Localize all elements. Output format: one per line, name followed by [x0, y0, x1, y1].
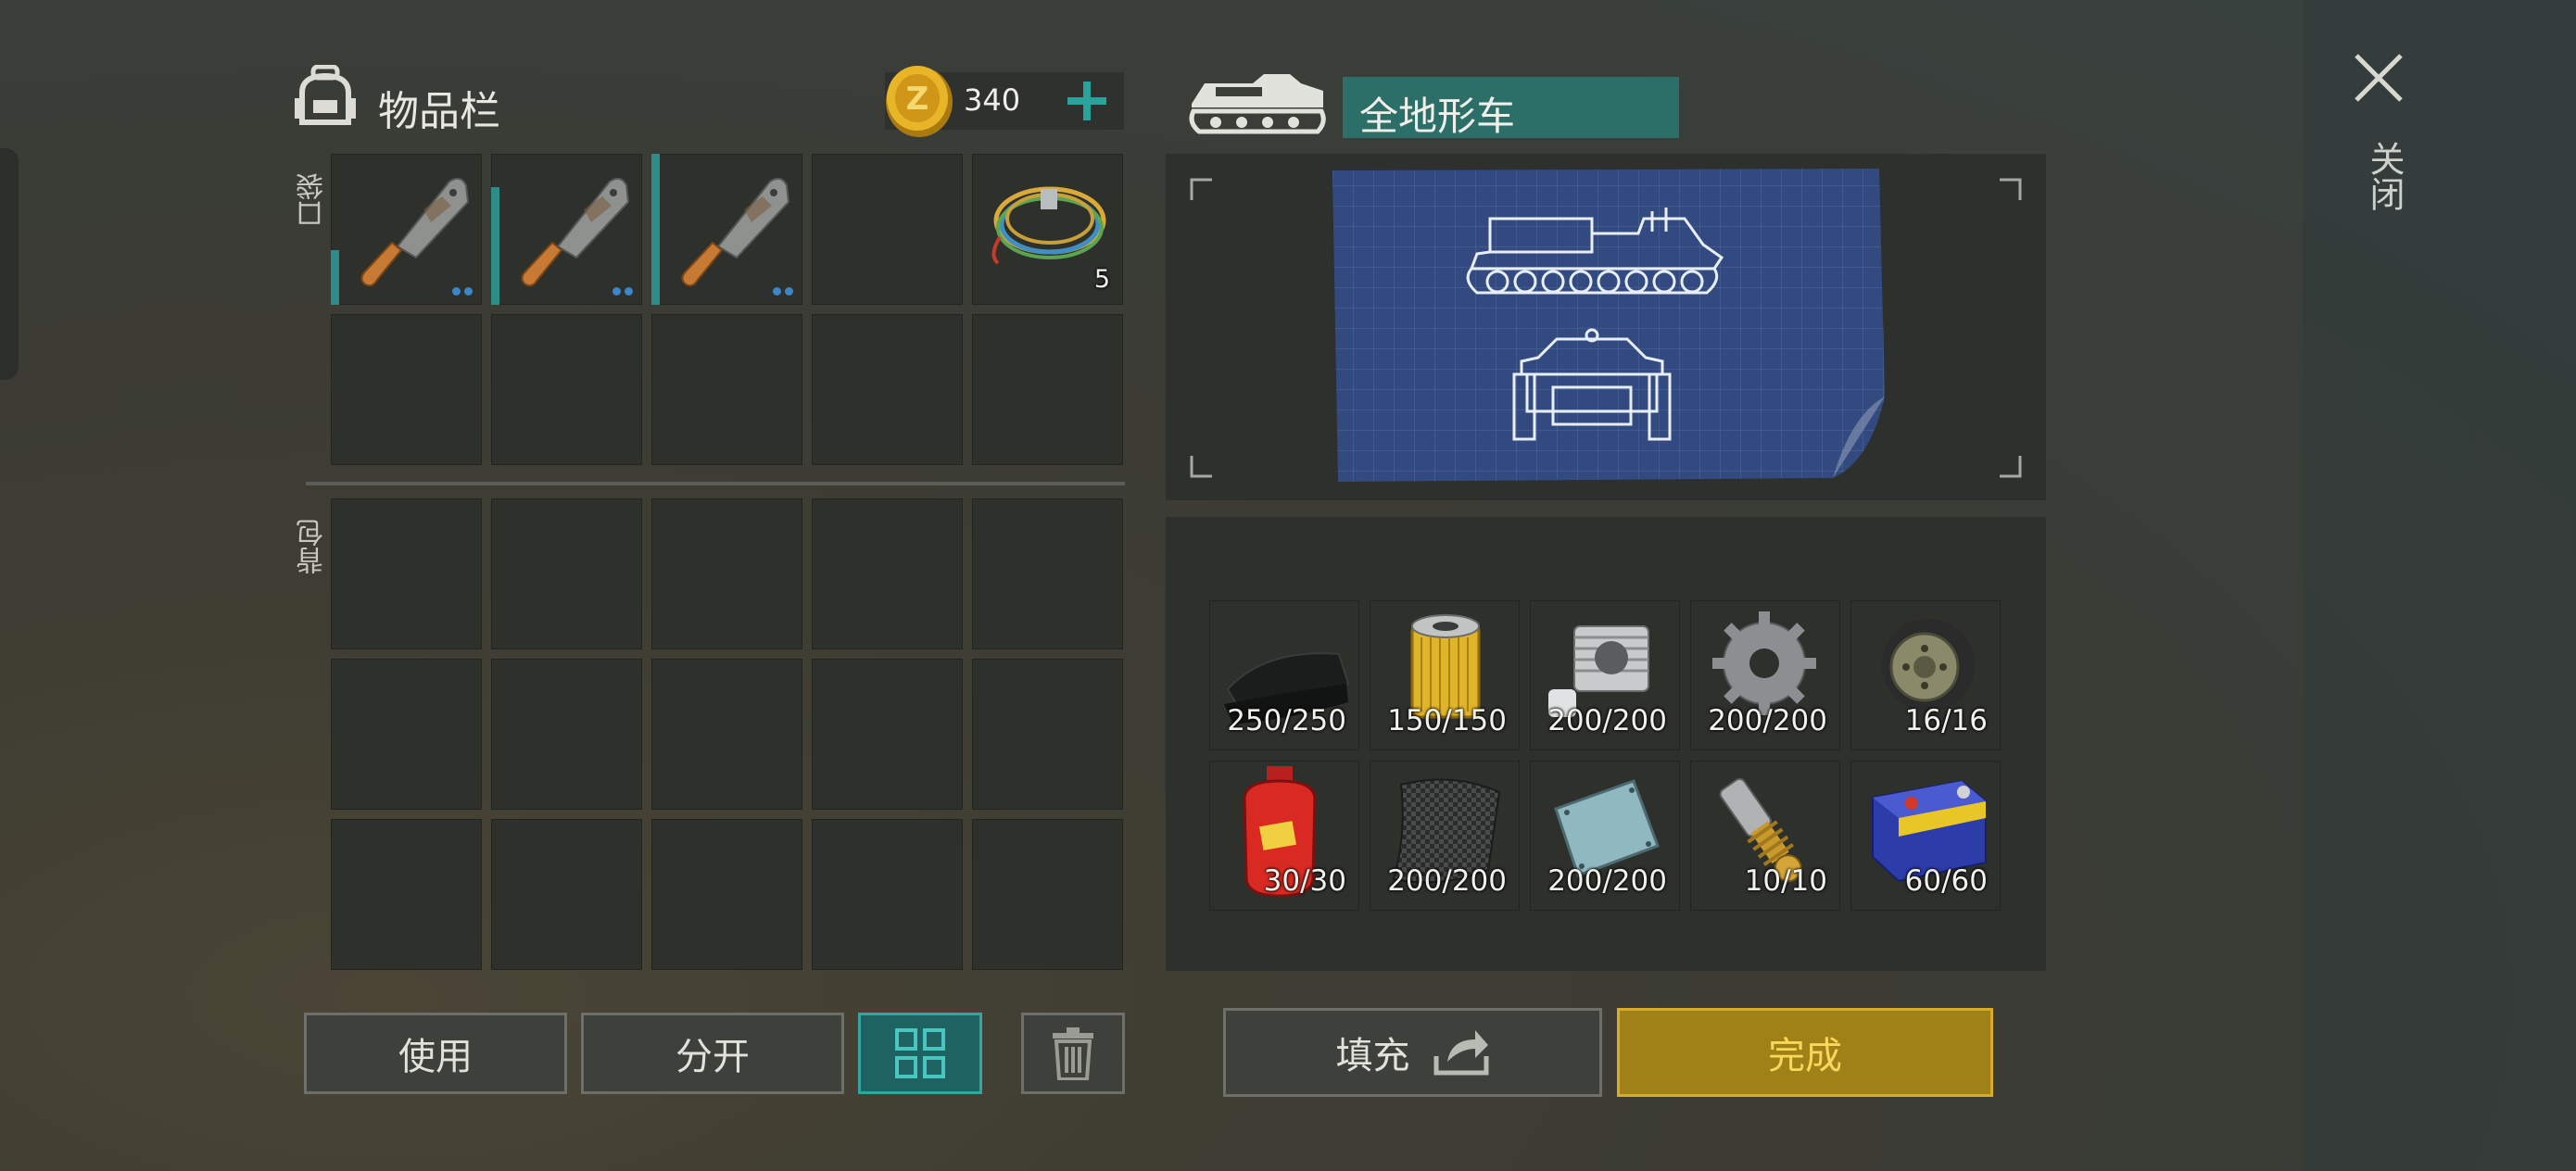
material-slot-rubber[interactable]: 250/250	[1209, 600, 1359, 750]
pocket-slot-9[interactable]	[812, 314, 963, 465]
backpack-slot-4[interactable]	[812, 498, 963, 649]
pocket-slot-2[interactable]	[491, 154, 642, 305]
material-slot-wheel[interactable]: 16/16	[1850, 600, 2001, 750]
pocket-label: 口袋	[297, 172, 329, 228]
backpack-slot-6[interactable]	[331, 659, 482, 810]
grid-icon	[895, 1028, 945, 1078]
pocket-slot-4[interactable]	[812, 154, 963, 305]
backpack-slot-3[interactable]	[651, 498, 802, 649]
add-coins-button[interactable]	[1064, 78, 1110, 124]
pocket-slot-5[interactable]: 5	[972, 154, 1123, 305]
delete-button[interactable]	[1021, 1013, 1125, 1094]
coin-amount: 340	[964, 82, 1021, 118]
vehicle-blueprint-image	[1332, 169, 1885, 482]
plus-icon	[1067, 82, 1106, 120]
backpack-slot-13[interactable]	[651, 819, 802, 970]
split-button[interactable]: 分开	[581, 1013, 844, 1094]
quality-dots	[440, 287, 473, 296]
backpack-slot-7[interactable]	[491, 659, 642, 810]
cleaver-icon	[521, 177, 630, 287]
side-drawer-handle[interactable]	[0, 148, 19, 380]
use-button[interactable]: 使用	[304, 1013, 567, 1094]
material-qty: 200/200	[1708, 704, 1827, 737]
pocket-slot-1[interactable]	[331, 154, 482, 305]
quality-dots	[600, 287, 633, 296]
close-icon	[2355, 54, 2403, 102]
cleaver-icon	[360, 177, 470, 287]
all-terrain-vehicle-icon	[1188, 70, 1327, 137]
right-sidebar	[2303, 0, 2576, 1171]
backpack-slot-2[interactable]	[491, 498, 642, 649]
backpack-slot-5[interactable]	[972, 498, 1123, 649]
pocket-slot-7[interactable]	[491, 314, 642, 465]
pocket-slot-10[interactable]	[972, 314, 1123, 465]
vehicle-title: 全地形车	[1359, 94, 1516, 139]
backpack-slot-10[interactable]	[972, 659, 1123, 810]
material-slot-gas-cylinder[interactable]: 30/30	[1209, 761, 1359, 911]
backpack-slot-1[interactable]	[331, 498, 482, 649]
backpack-slot-14[interactable]	[812, 819, 963, 970]
material-qty: 16/16	[1904, 704, 1988, 737]
material-qty: 30/30	[1263, 864, 1346, 898]
coin-icon: Z	[882, 61, 956, 139]
close-button[interactable]: 关闭	[2346, 48, 2411, 233]
pocket-slot-8[interactable]	[651, 314, 802, 465]
backpack-slot-12[interactable]	[491, 819, 642, 970]
pocket-slot-6[interactable]	[331, 314, 482, 465]
backpack-icon	[293, 64, 358, 126]
material-qty: 60/60	[1904, 864, 1988, 898]
backpack-slot-15[interactable]	[972, 819, 1123, 970]
backpack-slot-11[interactable]	[331, 819, 482, 970]
material-slot-engine-part[interactable]: 200/200	[1530, 600, 1680, 750]
material-qty: 200/200	[1547, 704, 1667, 737]
inventory-title: 物品栏	[378, 88, 500, 135]
material-slot-gear[interactable]: 200/200	[1690, 600, 1840, 750]
blueprint-panel	[1166, 154, 2046, 500]
complete-button[interactable]: 完成	[1617, 1008, 1993, 1097]
material-qty: 150/150	[1387, 704, 1507, 737]
svg-text:Z: Z	[906, 81, 929, 118]
backpack-slot-8[interactable]	[651, 659, 802, 810]
material-qty: 10/10	[1744, 864, 1827, 898]
material-slot-oil-filter[interactable]: 150/150	[1370, 600, 1520, 750]
fill-button[interactable]: 填充	[1223, 1008, 1602, 1097]
material-slot-battery[interactable]: 60/60	[1850, 761, 2001, 911]
close-label: 关闭	[2364, 141, 2405, 211]
fill-button-label: 填充	[1335, 1035, 1410, 1077]
material-qty: 200/200	[1547, 864, 1667, 898]
fill-arrow-icon	[1433, 1030, 1488, 1076]
material-qty: 250/250	[1227, 704, 1346, 737]
section-divider	[306, 482, 1125, 485]
backpack-slot-9[interactable]	[812, 659, 963, 810]
sort-grid-button[interactable]	[858, 1013, 982, 1094]
item-count: 5	[1093, 265, 1110, 294]
material-slot-metal-plate[interactable]: 200/200	[1530, 761, 1680, 911]
material-qty: 200/200	[1387, 864, 1507, 898]
backpack-label: 背包	[297, 519, 329, 574]
cleaver-icon	[681, 177, 790, 287]
material-slot-shock-absorber[interactable]: 10/10	[1690, 761, 1840, 911]
quality-dots	[761, 287, 793, 296]
pocket-slot-3[interactable]	[651, 154, 802, 305]
material-slot-carbon-fiber[interactable]: 200/200	[1370, 761, 1520, 911]
trash-icon	[1053, 1027, 1093, 1080]
